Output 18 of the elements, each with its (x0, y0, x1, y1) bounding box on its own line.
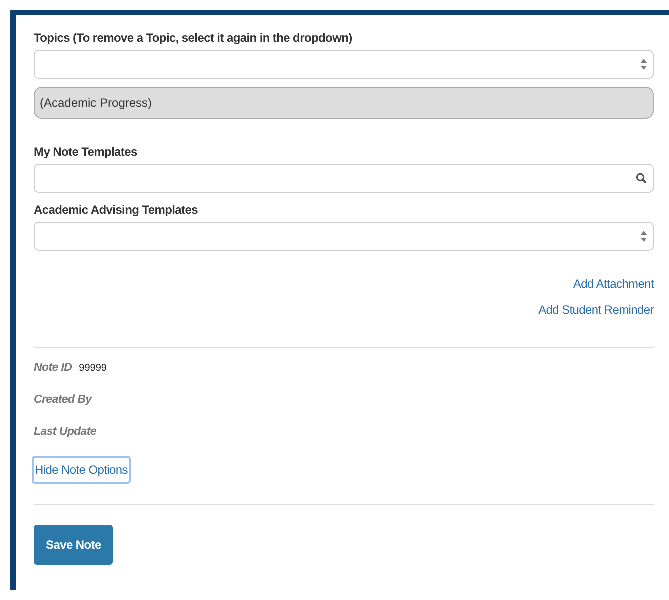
topics-select[interactable] (34, 50, 654, 79)
hide-options-link[interactable]: Hide Note Options (32, 456, 131, 484)
search-icon (636, 173, 647, 184)
meta-label: Note ID (34, 362, 72, 374)
action-link[interactable]: Add Attachment (573, 277, 654, 291)
meta-label: Created By (34, 394, 92, 406)
topic-chip[interactable]: (Academic Progress) (34, 87, 654, 119)
field-label: Academic Advising Templates (34, 203, 198, 217)
action-link[interactable]: Add Student Reminder (538, 303, 654, 317)
sort-arrows-icon (641, 59, 647, 70)
search-field[interactable] (34, 164, 654, 193)
field-label: Topics (To remove a Topic, select it again in the dropdown) (34, 31, 352, 45)
templates-select[interactable] (34, 222, 654, 251)
sort-arrows-icon (641, 231, 647, 242)
meta-label: Last Update (34, 426, 97, 438)
field-label: My Note Templates (34, 145, 138, 159)
save-button[interactable]: Save Note (34, 525, 114, 565)
meta-value: 99999 (79, 362, 107, 374)
